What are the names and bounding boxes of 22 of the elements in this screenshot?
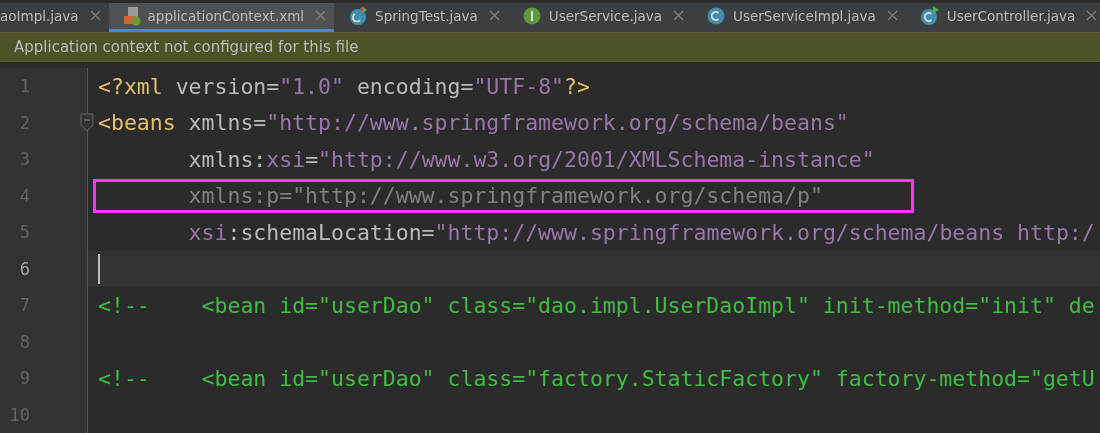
class-icon (919, 5, 940, 26)
code-line: xmlns:xsi="http://www.w3.org/2001/XMLSchema-instance" (187, 146, 875, 172)
close-icon[interactable] (1086, 10, 1098, 22)
code-line: <beans xmlns="http://www.springframework.org/schema/beans" (98, 110, 849, 136)
class-icon (706, 5, 727, 26)
code-line: <!-- <bean id="userDao" class="factory.StaticFactory" factory-method="getU (98, 365, 1095, 391)
close-icon[interactable] (315, 10, 327, 22)
text-caret (98, 253, 100, 284)
close-icon[interactable] (89, 10, 101, 22)
close-icon[interactable] (886, 10, 898, 22)
line-number: 6 (18, 258, 30, 279)
code-line: <?xml version="1.0" encoding="UTF-8"?> (98, 73, 590, 99)
banner-text: Application context not configured for this file (14, 37, 359, 56)
editor-tab[interactable]: applicationContext.xml (108, 3, 335, 32)
class-icon (348, 5, 369, 26)
code-line: <!-- <bean id="userDao" class="dao.impl.UserDaoImpl" init-method="init" de (98, 292, 1095, 318)
close-icon[interactable] (488, 10, 500, 22)
code-line: xsi:schemaLocation="http://www.springframework.org/schema/beans http:/ (187, 219, 1095, 245)
xml-file-icon (122, 5, 141, 26)
close-icon[interactable] (673, 10, 685, 22)
interface-icon (521, 5, 542, 26)
fold-icon[interactable] (79, 112, 95, 133)
